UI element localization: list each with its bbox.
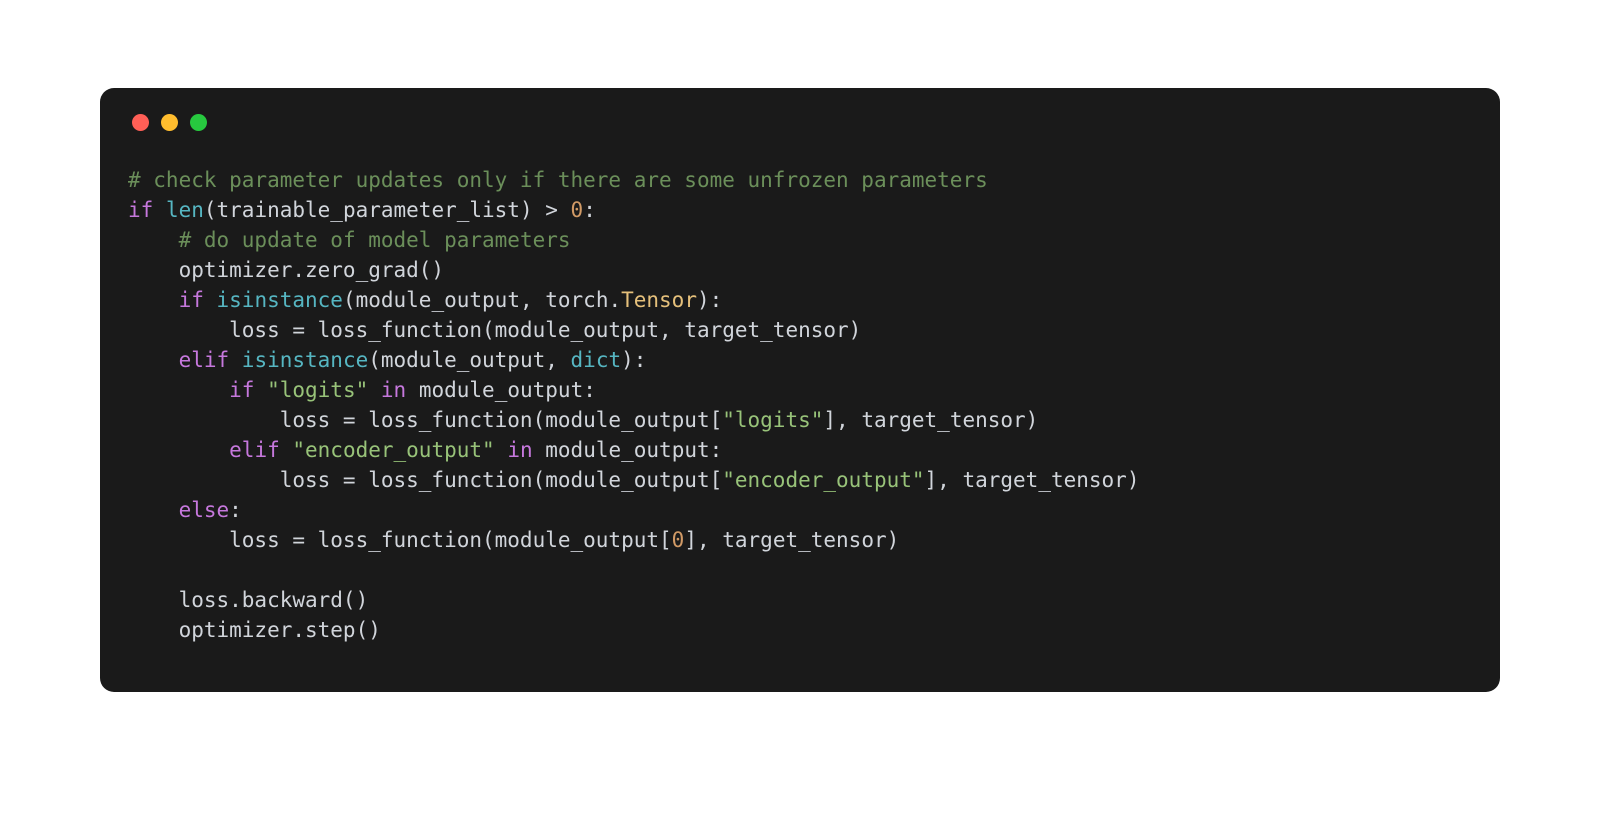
code-token: "encoder_output" (292, 438, 494, 462)
window-zoom-icon[interactable] (190, 114, 207, 131)
code-token: ): (697, 288, 722, 312)
code-token: if (179, 288, 217, 312)
code-token: isinstance (217, 288, 343, 312)
code-token (128, 288, 179, 312)
code-token (128, 378, 229, 402)
code-token: loss.backward() (128, 588, 368, 612)
code-token: ], target_tensor) (925, 468, 1140, 492)
code-token: len (166, 198, 204, 222)
code-token: "logits" (722, 408, 823, 432)
window-minimize-icon[interactable] (161, 114, 178, 131)
window-traffic-lights (132, 114, 1472, 131)
code-token: # check parameter updates only if there … (128, 168, 988, 192)
code-token: if (229, 378, 267, 402)
code-token: in (507, 438, 532, 462)
code-token (368, 378, 381, 402)
code-token: elif (179, 348, 242, 372)
code-token: isinstance (242, 348, 368, 372)
code-token (128, 228, 179, 252)
code-token: loss = loss_function(module_output[ (128, 528, 672, 552)
code-token: 0 (672, 528, 685, 552)
code-token: loss = loss_function(module_output[ (128, 408, 722, 432)
code-token: (module_output, (368, 348, 570, 372)
code-token: : (229, 498, 242, 522)
code-token: module_output: (406, 378, 596, 402)
code-token (128, 348, 179, 372)
code-token: else (179, 498, 230, 522)
code-token: ], target_tensor) (684, 528, 899, 552)
code-block: # check parameter updates only if there … (128, 165, 1472, 645)
code-token (128, 498, 179, 522)
code-token: ): (621, 348, 646, 372)
code-token (128, 438, 229, 462)
code-token: ], target_tensor) (823, 408, 1038, 432)
code-token: dict (571, 348, 622, 372)
window-close-icon[interactable] (132, 114, 149, 131)
code-window: # check parameter updates only if there … (100, 88, 1500, 692)
code-token: : (583, 198, 596, 222)
code-token: in (381, 378, 406, 402)
code-token: elif (229, 438, 292, 462)
code-token: loss = loss_function(module_output[ (128, 468, 722, 492)
code-token: Tensor (621, 288, 697, 312)
code-token: (trainable_parameter_list) > (204, 198, 571, 222)
code-token (495, 438, 508, 462)
code-token: "encoder_output" (722, 468, 924, 492)
code-token: optimizer.step() (128, 618, 381, 642)
code-token: "logits" (267, 378, 368, 402)
code-token: (module_output, torch. (343, 288, 621, 312)
code-token: # do update of model parameters (179, 228, 571, 252)
code-token: optimizer.zero_grad() (128, 258, 444, 282)
code-token: 0 (571, 198, 584, 222)
code-token: module_output: (533, 438, 723, 462)
code-token: if (128, 198, 166, 222)
code-token: loss = loss_function(module_output, targ… (128, 318, 861, 342)
